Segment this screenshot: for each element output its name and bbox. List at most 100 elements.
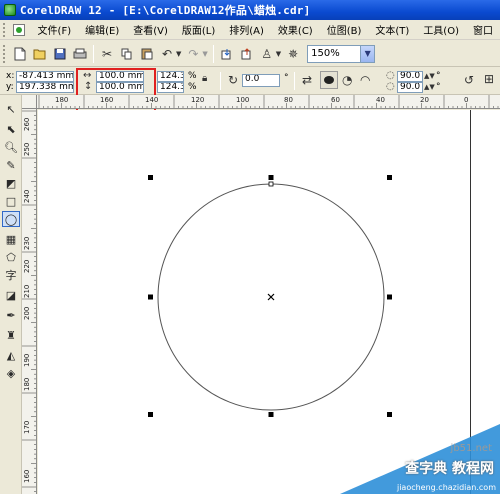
vruler-label: 190	[23, 353, 31, 367]
start-angle-degree: °	[436, 71, 441, 81]
menu-bar: 文件(F) 编辑(E) 查看(V) 版面(L) 排列(A) 效果(C) 位图(B…	[0, 20, 500, 40]
hruler-label: 140	[145, 96, 159, 104]
rotation-angle-input[interactable]: 0.0	[242, 74, 280, 87]
end-angle-spinner-icon[interactable]: ▲▼	[424, 82, 435, 92]
paste-icon[interactable]	[138, 45, 156, 63]
hruler-label: 120	[191, 96, 205, 104]
zoom-level-select[interactable]: 150% ▼	[307, 44, 376, 63]
open-folder-icon[interactable]	[31, 45, 49, 63]
y-position-input[interactable]: 197.338 mm	[16, 82, 74, 93]
scale-x-percent: %	[188, 71, 197, 81]
center-cross-icon[interactable]	[267, 293, 275, 301]
outline-tool-icon[interactable]: ♜	[2, 327, 20, 343]
cut-scissors-icon[interactable]: ✂	[98, 45, 116, 63]
rectangle-tool-icon[interactable]: □	[2, 193, 20, 209]
menu-edit[interactable]: 编辑(E)	[78, 22, 126, 37]
horizontal-ruler[interactable]: 180 160 140 120 100 80 60 40 20 0	[37, 95, 500, 109]
toolbar-grip-handle[interactable]	[3, 44, 7, 63]
hruler-label: 0	[464, 96, 469, 104]
freehand-tool-icon[interactable]: ✎	[2, 157, 20, 173]
selection-handle-top-left[interactable]	[148, 175, 153, 180]
selection-handle-bottom-center[interactable]	[268, 412, 274, 417]
vruler-label: 230	[23, 236, 31, 250]
new-document-icon[interactable]	[11, 45, 29, 63]
export-icon[interactable]	[238, 45, 256, 63]
toolbar-separator	[93, 44, 94, 63]
eyedropper-tool-icon[interactable]: ✒	[2, 307, 20, 323]
lock-ratio-icon[interactable]: 🔒︎	[202, 74, 207, 84]
menubar-grip-handle[interactable]	[3, 22, 9, 37]
end-angle-input[interactable]: 90.0	[397, 82, 423, 93]
corel-online-icon[interactable]: ✵	[284, 45, 302, 63]
redo-icon[interactable]: ↷	[184, 45, 202, 63]
selection-handle-middle-right[interactable]	[387, 294, 392, 300]
menu-bitmaps[interactable]: 位图(B)	[320, 22, 369, 37]
selection-handle-top-right[interactable]	[387, 175, 392, 180]
launcher-dropdown-icon[interactable]: ▼	[276, 50, 281, 58]
undo-dropdown-icon[interactable]: ▼	[176, 50, 181, 58]
menu-text[interactable]: 文本(T)	[368, 22, 416, 37]
pick-tool-icon[interactable]: ↖	[2, 101, 20, 117]
propbar-separator	[294, 72, 295, 90]
selection-handle-middle-left[interactable]	[148, 294, 153, 300]
degree-symbol: °	[284, 73, 289, 83]
hruler-label: 180	[55, 96, 69, 104]
mirror-icon[interactable]: ⇄	[302, 74, 312, 86]
text-tool-icon[interactable]: 字	[2, 267, 20, 283]
pie-mode-icon[interactable]: ◔	[342, 74, 352, 86]
menu-file[interactable]: 文件(F)	[31, 22, 79, 37]
x-label: x:	[6, 71, 15, 81]
vertical-ruler[interactable]: 260 250 240 230 220 210 200 190 180 170 …	[22, 109, 37, 494]
menu-tools[interactable]: 工具(O)	[416, 22, 466, 37]
scale-x-input[interactable]: 124.3	[157, 71, 184, 82]
menu-layout[interactable]: 版面(L)	[175, 22, 222, 37]
ellipse-mode-button[interactable]	[320, 71, 338, 89]
hruler-label: 160	[100, 96, 114, 104]
menu-arrange[interactable]: 排列(A)	[222, 22, 271, 37]
smart-fill-tool-icon[interactable]: ◩	[2, 175, 20, 191]
toolbox: ↖ ⬉ 🔍︎ ✎ ◩ □ ◯ ▦ ⬠ 字 ◪ ✒ ♜ ◭ ◈	[0, 95, 22, 494]
vruler-label: 220	[23, 259, 31, 273]
import-icon[interactable]	[218, 45, 236, 63]
start-angle-spinner-icon[interactable]: ▲▼	[424, 71, 435, 81]
interactive-blend-tool-icon[interactable]: ◪	[2, 287, 20, 303]
hruler-label: 20	[420, 96, 429, 104]
save-icon[interactable]	[51, 45, 69, 63]
selection-handle-bottom-left[interactable]	[148, 412, 153, 417]
undo-icon[interactable]: ↶	[158, 45, 176, 63]
direction-icon[interactable]: ↺	[464, 74, 474, 86]
fill-tool-icon[interactable]: ◭	[2, 347, 20, 363]
redo-dropdown-icon[interactable]: ▼	[202, 50, 207, 58]
arc-mode-icon[interactable]: ◠	[360, 74, 370, 86]
scale-y-input[interactable]: 124.3	[157, 82, 184, 93]
ellipse-tool-icon[interactable]: ◯	[2, 211, 20, 227]
menu-effects[interactable]: 效果(C)	[271, 22, 320, 37]
basic-shapes-tool-icon[interactable]: ⬠	[2, 249, 20, 265]
ellipse-node-handle[interactable]	[268, 181, 274, 187]
convert-to-curves-icon[interactable]: ⊞	[484, 73, 494, 85]
shape-tool-icon[interactable]: ⬉	[2, 121, 20, 137]
vruler-label: 200	[23, 306, 31, 320]
x-position-input[interactable]: -87.413 mm	[16, 71, 74, 82]
rotation-icon: ↻	[228, 73, 239, 87]
y-label: y:	[6, 82, 14, 92]
selection-handle-bottom-right[interactable]	[387, 412, 392, 417]
menu-view[interactable]: 查看(V)	[126, 22, 175, 37]
ruler-origin-corner[interactable]	[22, 95, 37, 109]
end-angle-icon: ◌	[386, 81, 395, 92]
copy-icon[interactable]	[118, 45, 136, 63]
hruler-label: 40	[376, 96, 385, 104]
property-bar: x: -87.413 mm y: 197.338 mm ↔ 100.0 mm ↕…	[0, 68, 500, 95]
print-icon[interactable]	[71, 45, 89, 63]
selection-handle-top-center[interactable]	[268, 175, 274, 180]
interactive-fill-tool-icon[interactable]: ◈	[2, 365, 20, 381]
menu-window[interactable]: 窗口	[466, 22, 500, 37]
site-watermark: jb51.net 查字典 教程网 jiaocheng.chazidian.com	[340, 424, 500, 494]
zoom-dropdown-icon[interactable]: ▼	[360, 45, 375, 62]
zoom-tool-icon[interactable]: 🔍︎	[2, 139, 20, 155]
vruler-label: 250	[23, 142, 31, 156]
start-angle-input[interactable]: 90.0	[397, 71, 423, 82]
graph-paper-tool-icon[interactable]: ▦	[2, 231, 20, 247]
application-launcher-icon[interactable]: ♙	[258, 45, 276, 63]
document-icon[interactable]	[12, 23, 25, 36]
